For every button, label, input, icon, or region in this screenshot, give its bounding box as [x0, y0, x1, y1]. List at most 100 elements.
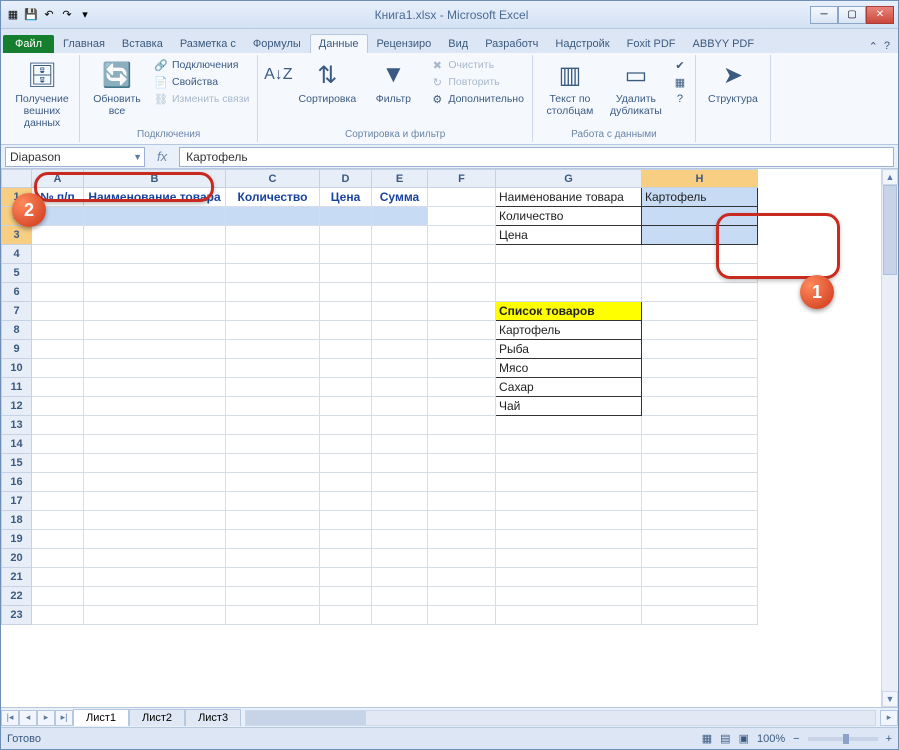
row-header-14[interactable]: 14 [2, 435, 32, 454]
row-header-10[interactable]: 10 [2, 359, 32, 378]
close-button[interactable]: ✕ [866, 6, 894, 24]
view-normal-icon[interactable]: ▦ [702, 732, 712, 745]
cell-C16[interactable] [226, 473, 320, 492]
cell-H9[interactable] [642, 340, 758, 359]
cell-A19[interactable] [32, 530, 84, 549]
cell-C10[interactable] [226, 359, 320, 378]
cell-D2[interactable] [320, 207, 372, 226]
cell-C20[interactable] [226, 549, 320, 568]
cell-F21[interactable] [428, 568, 496, 587]
col-header-C[interactable]: C [226, 170, 320, 188]
cell-C14[interactable] [226, 435, 320, 454]
col-header-F[interactable]: F [428, 170, 496, 188]
cell-B17[interactable] [84, 492, 226, 511]
tab-insert[interactable]: Вставка [114, 35, 171, 53]
cell-G4[interactable] [496, 245, 642, 264]
cell-H4[interactable] [642, 245, 758, 264]
file-tab[interactable]: Файл [3, 35, 54, 53]
cell-F10[interactable] [428, 359, 496, 378]
cell-G6[interactable] [496, 283, 642, 302]
get-external-data-button[interactable]: 🗄 Получение вешних данных [11, 57, 73, 131]
cell-B9[interactable] [84, 340, 226, 359]
cell-B8[interactable] [84, 321, 226, 340]
cell-E16[interactable] [372, 473, 428, 492]
refresh-all-button[interactable]: 🔄 Обновить все [86, 57, 148, 119]
cell-C3[interactable] [226, 226, 320, 245]
cell-B6[interactable] [84, 283, 226, 302]
cell-B22[interactable] [84, 587, 226, 606]
cell-A10[interactable] [32, 359, 84, 378]
cell-D1[interactable]: Цена [320, 188, 372, 207]
cell-D14[interactable] [320, 435, 372, 454]
cell-A3[interactable] [32, 226, 84, 245]
cell-G8[interactable]: Картофель [496, 321, 642, 340]
cell-A5[interactable] [32, 264, 84, 283]
cell-A8[interactable] [32, 321, 84, 340]
tab-addins[interactable]: Надстройк [547, 35, 617, 53]
vertical-scrollbar[interactable]: ▲ ▼ [881, 169, 898, 707]
cell-F17[interactable] [428, 492, 496, 511]
cell-F5[interactable] [428, 264, 496, 283]
cell-E8[interactable] [372, 321, 428, 340]
cell-A13[interactable] [32, 416, 84, 435]
cell-A21[interactable] [32, 568, 84, 587]
cell-E11[interactable] [372, 378, 428, 397]
row-header-16[interactable]: 16 [2, 473, 32, 492]
cell-G2[interactable]: Количество [496, 207, 642, 226]
cell-B15[interactable] [84, 454, 226, 473]
col-header-D[interactable]: D [320, 170, 372, 188]
cell-B20[interactable] [84, 549, 226, 568]
cell-H15[interactable] [642, 454, 758, 473]
undo-icon[interactable]: ↶ [41, 7, 57, 23]
row-header-19[interactable]: 19 [2, 530, 32, 549]
cell-E2[interactable] [372, 207, 428, 226]
cell-C8[interactable] [226, 321, 320, 340]
cell-C22[interactable] [226, 587, 320, 606]
cell-B10[interactable] [84, 359, 226, 378]
row-header-18[interactable]: 18 [2, 511, 32, 530]
cell-H5[interactable] [642, 264, 758, 283]
cell-F1[interactable] [428, 188, 496, 207]
cell-A23[interactable] [32, 606, 84, 625]
cell-A12[interactable] [32, 397, 84, 416]
cell-C7[interactable] [226, 302, 320, 321]
cell-D9[interactable] [320, 340, 372, 359]
cell-D7[interactable] [320, 302, 372, 321]
cell-A1[interactable]: № п/п [32, 188, 84, 207]
cell-F16[interactable] [428, 473, 496, 492]
name-box[interactable]: Diapason ▼ [5, 147, 145, 167]
cell-H19[interactable] [642, 530, 758, 549]
row-header-3[interactable]: 3 [2, 226, 32, 245]
sheet-tab-2[interactable]: Лист2 [129, 709, 185, 726]
cell-H6[interactable] [642, 283, 758, 302]
cell-E5[interactable] [372, 264, 428, 283]
tab-layout[interactable]: Разметка с [172, 35, 244, 53]
cell-D21[interactable] [320, 568, 372, 587]
cell-E17[interactable] [372, 492, 428, 511]
cell-C21[interactable] [226, 568, 320, 587]
cell-B4[interactable] [84, 245, 226, 264]
tab-foxit[interactable]: Foxit PDF [619, 35, 684, 53]
row-header-7[interactable]: 7 [2, 302, 32, 321]
cell-F19[interactable] [428, 530, 496, 549]
cell-C1[interactable]: Количество [226, 188, 320, 207]
cell-F12[interactable] [428, 397, 496, 416]
cell-H1[interactable]: Картофель [642, 188, 758, 207]
cell-C6[interactable] [226, 283, 320, 302]
cell-A6[interactable] [32, 283, 84, 302]
sheet-nav-first[interactable]: |◂ [1, 710, 19, 726]
sheet-tab-1[interactable]: Лист1 [73, 709, 129, 726]
vscroll-thumb[interactable] [883, 185, 897, 275]
cell-G10[interactable]: Мясо [496, 359, 642, 378]
tab-view[interactable]: Вид [440, 35, 476, 53]
cell-A17[interactable] [32, 492, 84, 511]
row-header-22[interactable]: 22 [2, 587, 32, 606]
sheet-nav-prev[interactable]: ◂ [19, 710, 37, 726]
cell-A15[interactable] [32, 454, 84, 473]
tab-developer[interactable]: Разработч [477, 35, 546, 53]
row-header-11[interactable]: 11 [2, 378, 32, 397]
cell-C15[interactable] [226, 454, 320, 473]
cell-G5[interactable] [496, 264, 642, 283]
cell-G19[interactable] [496, 530, 642, 549]
consolidate-button[interactable]: ▦ [671, 74, 689, 90]
